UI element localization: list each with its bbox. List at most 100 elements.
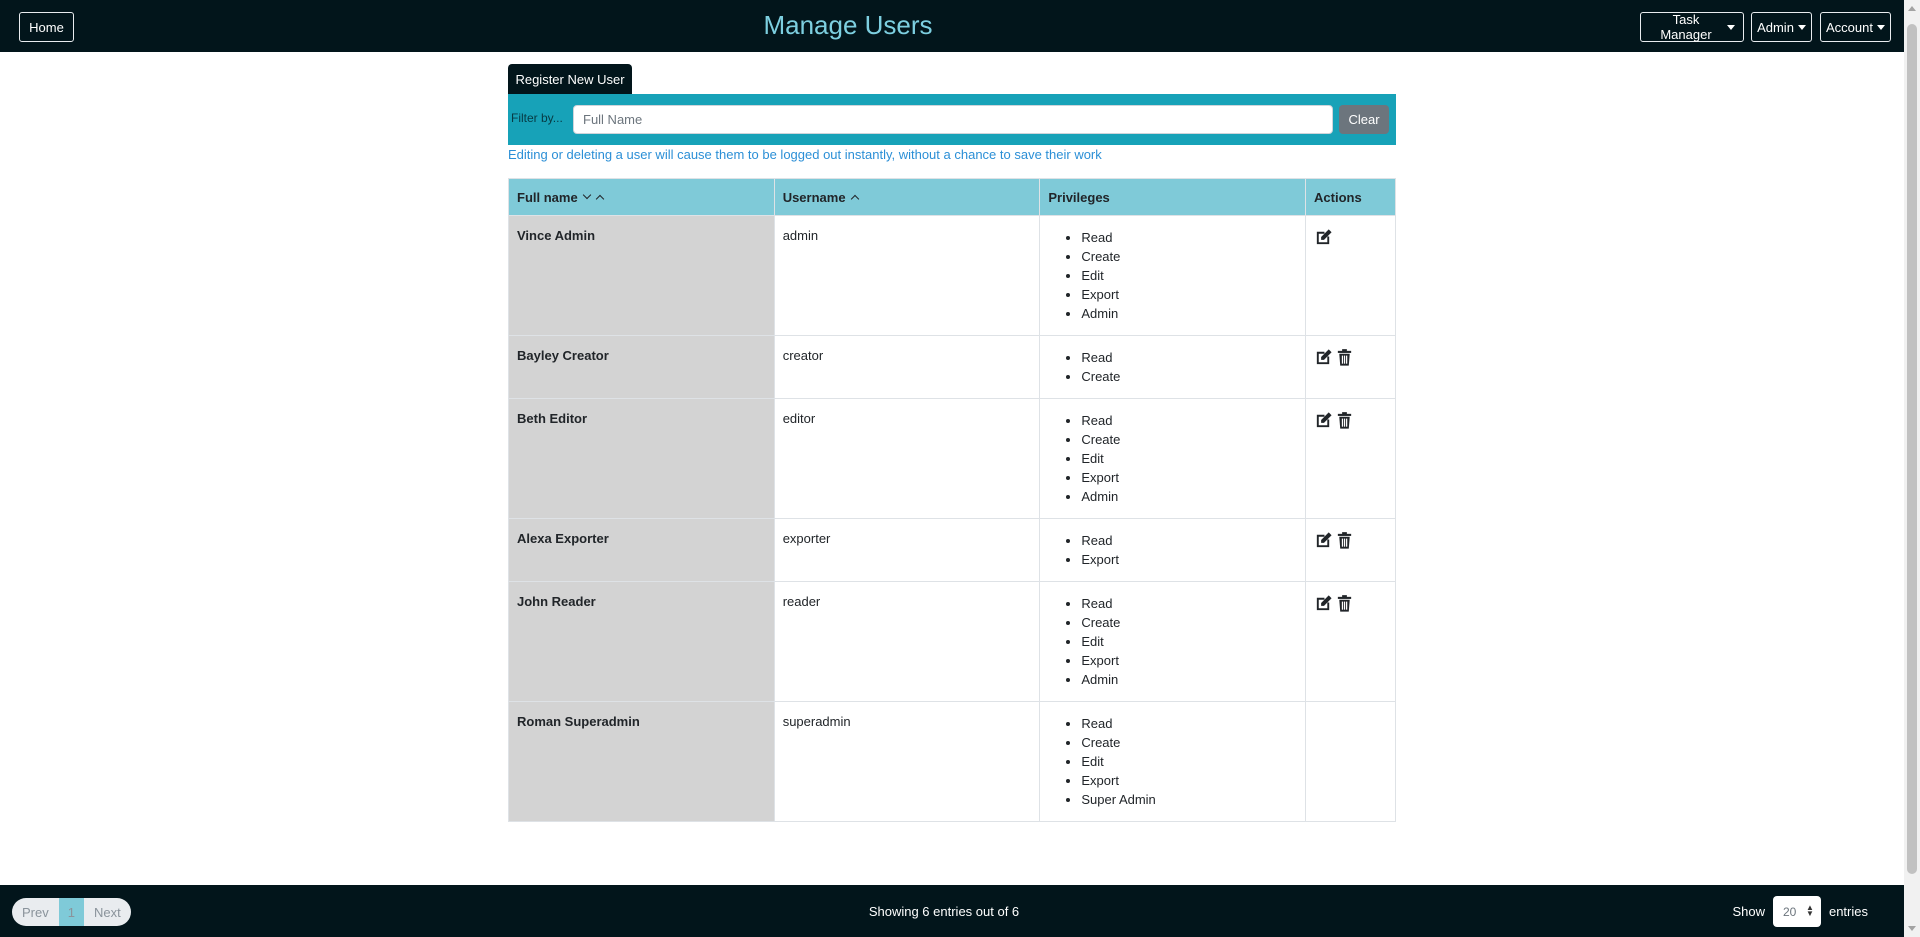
clear-filter-button[interactable]: Clear — [1339, 105, 1389, 134]
privileges-cell: ReadExport — [1039, 518, 1307, 582]
privilege-item: Create — [1081, 733, 1297, 752]
privilege-item: Edit — [1081, 632, 1297, 651]
privilege-item: Read — [1081, 531, 1297, 550]
privileges-cell: ReadCreateEditExportAdmin — [1039, 215, 1307, 336]
task-manager-menu[interactable]: Task Manager — [1640, 12, 1744, 42]
scroll-up-arrow-icon[interactable] — [1908, 6, 1916, 11]
page-size-select[interactable]: 20 ▲ ▼ — [1772, 896, 1821, 927]
privilege-item: Admin — [1081, 487, 1297, 506]
full-name-cell: Vince Admin — [508, 215, 775, 336]
sort-ascending-icon[interactable] — [595, 194, 605, 204]
full-name-filter-input[interactable] — [573, 105, 1333, 134]
full-name-cell: Roman Superadmin — [508, 701, 775, 822]
table-header-row: Full name Username Privileges Actions — [508, 178, 1396, 216]
username-cell: admin — [773, 215, 1041, 336]
actions-cell — [1305, 215, 1396, 336]
logout-warning-text: Editing or deleting a user will cause th… — [508, 147, 1102, 162]
full-name-cell: Bayley Creator — [508, 335, 775, 399]
column-header-full-name[interactable]: Full name — [508, 178, 775, 216]
sort-ascending-icon[interactable] — [850, 194, 860, 204]
full-name-cell: Alexa Exporter — [508, 518, 775, 582]
table-row: Beth EditoreditorReadCreateEditExportAdm… — [508, 398, 1396, 519]
column-header-label: Full name — [517, 189, 578, 205]
table-row: Bayley CreatorcreatorReadCreate — [508, 335, 1396, 399]
actions-cell — [1305, 335, 1396, 399]
username-cell: superadmin — [773, 701, 1041, 822]
column-header-username[interactable]: Username — [773, 178, 1041, 216]
show-label: Show — [1732, 904, 1765, 919]
privileges-list: ReadExport — [1048, 531, 1297, 569]
trash-icon[interactable] — [1335, 531, 1354, 550]
table-row: Vince AdminadminReadCreateEditExportAdmi… — [508, 215, 1396, 336]
table-row: Alexa ExporterexporterReadExport — [508, 518, 1396, 582]
caret-down-icon — [1797, 24, 1806, 30]
privileges-list: ReadCreateEditExportAdmin — [1048, 594, 1297, 689]
privilege-item: Create — [1081, 613, 1297, 632]
edit-icon[interactable] — [1314, 348, 1333, 367]
privileges-list: ReadCreateEditExportAdmin — [1048, 411, 1297, 506]
username-cell: creator — [773, 335, 1041, 399]
privilege-item: Super Admin — [1081, 790, 1297, 809]
privilege-item: Create — [1081, 247, 1297, 266]
privilege-item: Admin — [1081, 304, 1297, 323]
full-name-cell: Beth Editor — [508, 398, 775, 519]
column-header-label: Username — [782, 189, 846, 205]
trash-icon[interactable] — [1335, 348, 1354, 367]
privilege-item: Admin — [1081, 670, 1297, 689]
vertical-scrollbar[interactable] — [1904, 0, 1920, 937]
column-header-actions: Actions — [1305, 178, 1396, 216]
admin-menu-label: Admin — [1757, 19, 1794, 35]
table-row: Roman SuperadminsuperadminReadCreateEdit… — [508, 701, 1396, 822]
privileges-list: ReadCreate — [1048, 348, 1297, 386]
admin-menu[interactable]: Admin — [1751, 12, 1812, 42]
actions-cell — [1305, 701, 1396, 822]
privilege-item: Export — [1081, 651, 1297, 670]
entries-count-text: Showing 6 entries out of 6 — [868, 904, 1020, 919]
privileges-list: ReadCreateEditExportAdmin — [1048, 228, 1297, 323]
privileges-cell: ReadCreateEditExportAdmin — [1039, 398, 1307, 519]
privileges-cell: ReadCreateEditExportAdmin — [1039, 581, 1307, 702]
sort-descending-icon[interactable] — [583, 190, 592, 200]
trash-icon[interactable] — [1335, 411, 1354, 430]
privilege-item: Edit — [1081, 752, 1297, 771]
account-menu[interactable]: Account — [1820, 12, 1891, 42]
edit-icon[interactable] — [1314, 531, 1333, 550]
trash-icon[interactable] — [1335, 594, 1354, 613]
entries-label: entries — [1828, 904, 1868, 919]
privilege-item: Edit — [1081, 449, 1297, 468]
caret-down-icon — [1877, 24, 1885, 30]
privilege-item: Create — [1081, 430, 1297, 449]
edit-icon[interactable] — [1314, 411, 1333, 430]
actions-cell — [1305, 518, 1396, 582]
username-cell: editor — [773, 398, 1041, 519]
actions-cell — [1305, 398, 1396, 519]
full-name-cell: John Reader — [508, 581, 775, 702]
privileges-list: ReadCreateEditExportSuper Admin — [1048, 714, 1297, 809]
privilege-item: Edit — [1081, 266, 1297, 285]
edit-icon[interactable] — [1314, 228, 1333, 247]
username-cell: exporter — [773, 518, 1041, 582]
scroll-thumb[interactable] — [1907, 24, 1917, 874]
account-menu-label: Account — [1826, 19, 1873, 35]
top-navbar: Home Manage Users Task Manager Admin Acc… — [0, 0, 1904, 52]
edit-icon[interactable] — [1314, 594, 1333, 613]
privilege-item: Export — [1081, 285, 1297, 304]
privilege-item: Create — [1081, 367, 1297, 386]
users-table: Full name Username Privileges Actions Vi… — [508, 178, 1396, 822]
privileges-cell: ReadCreateEditExportSuper Admin — [1039, 701, 1307, 822]
page-size-control: Show 20 ▲ ▼ entries — [1732, 896, 1868, 927]
scroll-down-arrow-icon[interactable] — [1908, 926, 1916, 931]
privileges-cell: ReadCreate — [1039, 335, 1307, 399]
register-new-user-button[interactable]: Register New User — [508, 64, 632, 94]
column-header-privileges: Privileges — [1039, 178, 1307, 216]
page-size-value: 20 — [1782, 904, 1797, 919]
privilege-item: Read — [1081, 411, 1297, 430]
table-row: John ReaderreaderReadCreateEditExportAdm… — [508, 581, 1396, 702]
privilege-item: Read — [1081, 228, 1297, 247]
privilege-item: Export — [1081, 550, 1297, 569]
privilege-item: Read — [1081, 714, 1297, 733]
privilege-item: Read — [1081, 348, 1297, 367]
task-manager-menu-label: Task Manager — [1660, 12, 1712, 42]
privilege-item: Read — [1081, 594, 1297, 613]
privilege-item: Export — [1081, 771, 1297, 790]
